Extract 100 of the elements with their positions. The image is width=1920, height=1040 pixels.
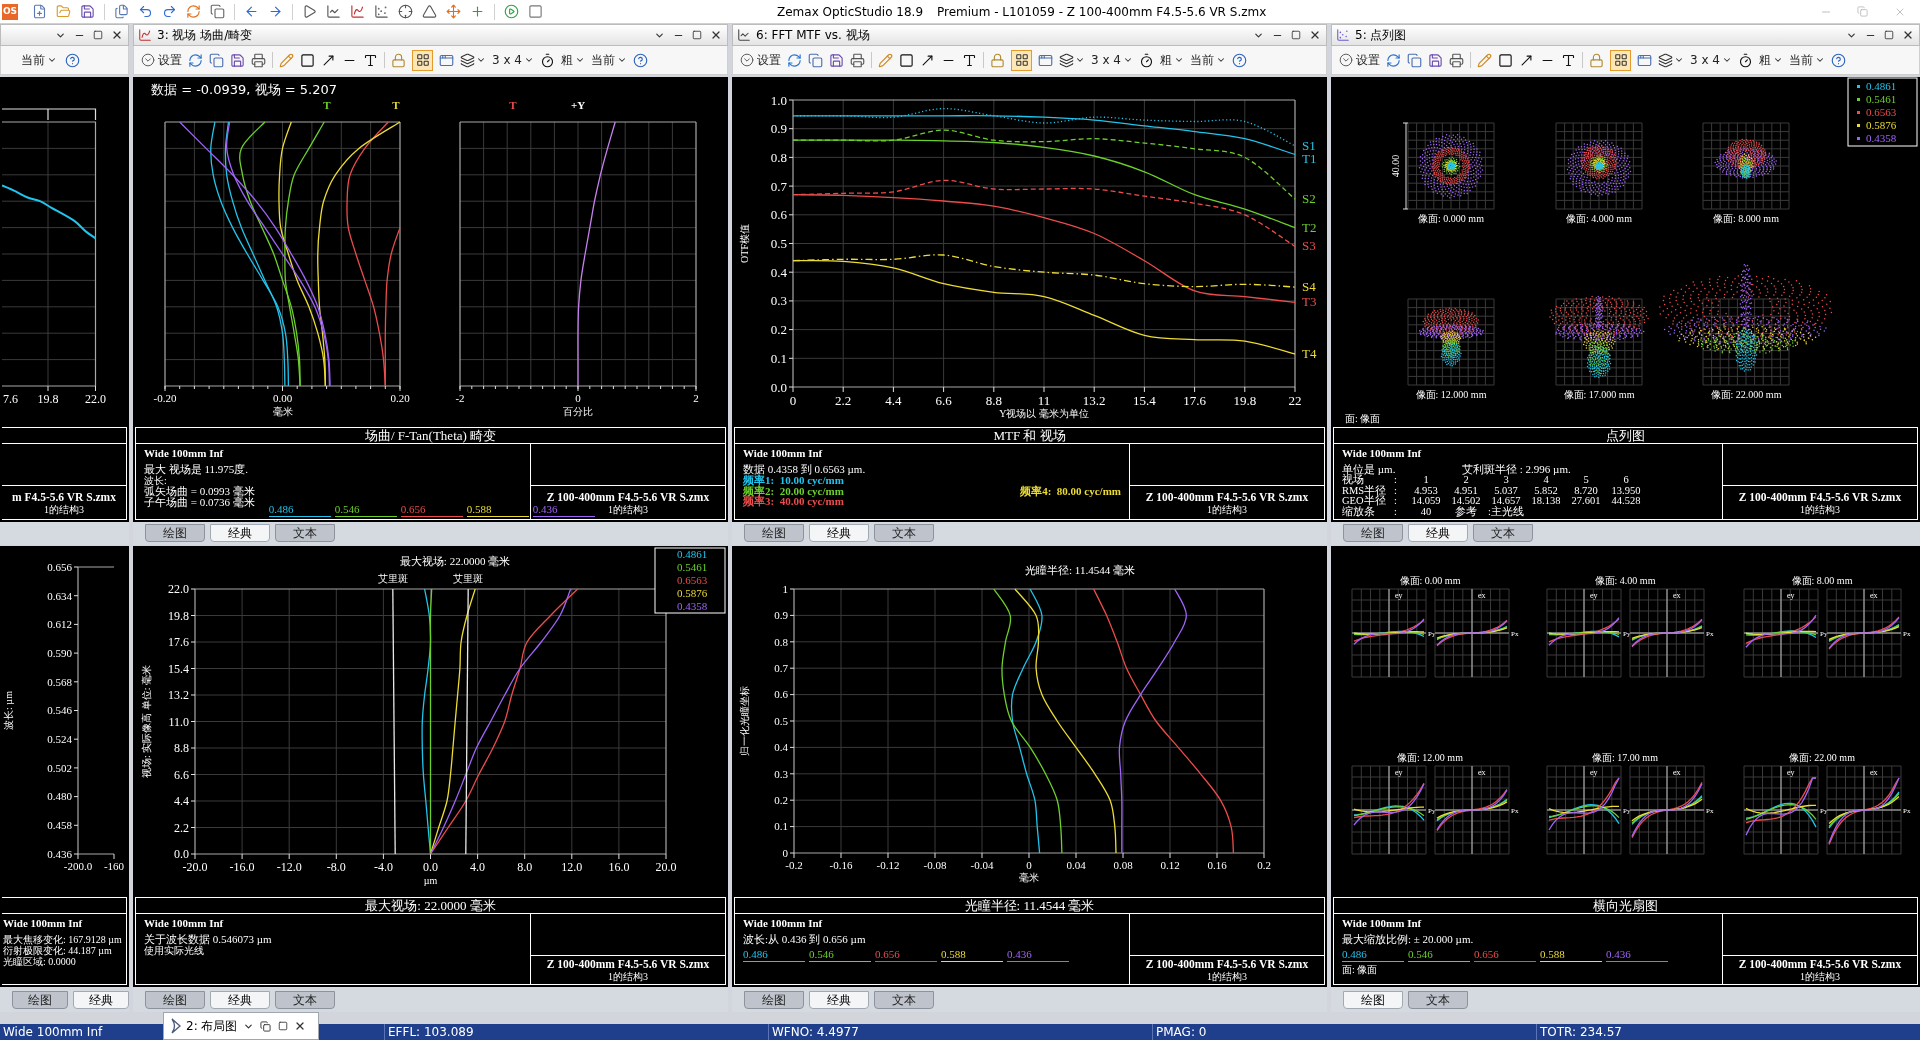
axis-title: 视场: 实际像高 单位: 毫米	[141, 664, 152, 779]
spot-label: 像面: 12.000 mm	[1415, 389, 1487, 400]
chart-title: 光瞳半径: 11.4544 毫米	[1025, 564, 1135, 576]
info-text: 光瞳区域: 0.0000	[3, 956, 76, 967]
axis-title: µm	[423, 875, 438, 886]
table-cell-text: 5.852	[1533, 485, 1559, 496]
tick-label: 0.1	[770, 350, 787, 366]
wavelength-label: 0.486	[1342, 948, 1404, 962]
legend-label: 0.4358	[1866, 132, 1897, 144]
file-title: Premium - L101059 - Z 100-400mm F4.5-5.6 VR S.zmx	[937, 3, 1267, 21]
tab-title: 2: 布局图	[186, 1018, 238, 1035]
tick-label: 0.9	[774, 609, 788, 622]
tick-label: 4.0	[470, 860, 486, 874]
file-name: Z 100-400mm F4.5-5.6 VR S.zmx	[546, 490, 710, 504]
wavelength-label: 0.546	[809, 948, 871, 962]
tick-label: 11	[1037, 393, 1051, 408]
wavelength-label: 0.436	[1007, 948, 1069, 962]
legend-label: 0.4861	[1866, 80, 1897, 92]
tick-label: -16.0	[229, 860, 255, 874]
tick-label: 19.8	[168, 608, 189, 623]
config-name: Wide 100mm Inf	[144, 447, 224, 459]
fan-label: 像面: 12.00 mm	[1397, 752, 1463, 763]
axis-label: ex	[1673, 591, 1681, 600]
fan-label: 像面: 8.00 mm	[1791, 575, 1853, 586]
wavelength-label: 0.436	[532, 503, 595, 517]
file-name: Z 100-400mm F4.5-5.6 VR S.zmx	[1738, 490, 1902, 504]
tick-label: -0.20	[153, 392, 177, 404]
spot-label: 像面: 17.000 mm	[1563, 389, 1635, 400]
info-text: 衍射极限变化: 44.187 µm	[3, 945, 112, 956]
tick-label: 16.0	[608, 860, 630, 874]
series-label: S3	[1302, 238, 1316, 254]
table-cell-text: 4.951	[1453, 485, 1479, 496]
tick-label: 0.4	[770, 264, 787, 280]
status-text: WFNO: 4.4977	[772, 1025, 859, 1039]
info-text: 最大 视场是 11.975度.	[144, 464, 249, 475]
curve-tag: T	[323, 99, 331, 111]
chart-caption: 点列图	[1606, 428, 1645, 443]
wavelength-label: 0.656	[400, 503, 463, 517]
tick-label: 0.2	[770, 322, 787, 338]
axis-label: ex	[1673, 768, 1681, 777]
status-text: EFFL: 103.089	[388, 1025, 474, 1039]
tick-label: 0.634	[47, 589, 72, 602]
tick-label: 12.0	[561, 860, 583, 874]
axis-label: ey	[1395, 768, 1403, 777]
info-note: 波长:	[144, 475, 167, 486]
spot-label: 像面: 0.000 mm	[1418, 213, 1484, 224]
chart-caption: MTF 和 视场	[993, 428, 1066, 443]
table-cell-text: 1	[1422, 475, 1430, 486]
tick-label: 6.6	[174, 767, 189, 782]
wavelength-label: 0.588	[466, 503, 529, 517]
wavelength-label: 0.486	[743, 948, 805, 962]
axis-title: 毫米	[272, 406, 293, 417]
config-label: 1的结构3	[608, 971, 648, 982]
axis-label: ey	[1395, 591, 1403, 600]
tick-label: 0.546	[47, 704, 72, 717]
curve-tag: +Y	[570, 99, 586, 111]
config-label: 1的结构3	[1207, 503, 1247, 515]
chart-caption: 最大视场: 22.0000 毫米	[365, 898, 496, 913]
axis-title: 百分比	[563, 406, 593, 417]
table-cell-text: 5.037	[1493, 485, 1519, 496]
tick-label: -8.0	[326, 860, 346, 874]
spot-label: 像面: 22.000 mm	[1710, 389, 1782, 400]
tick-label: 0.2	[1257, 859, 1271, 871]
axis-label: ex	[1478, 591, 1486, 600]
tick-label: 0.08	[1113, 859, 1133, 871]
info-text: 子午场曲 = 0.0736 毫米	[144, 497, 255, 508]
tick-label: -200.0	[63, 860, 93, 872]
tick-label: -2	[455, 392, 465, 404]
wavelength-label: 0.546	[1408, 948, 1470, 962]
legend-label: 0.6563	[1866, 106, 1897, 118]
tick-label: 1	[782, 582, 788, 595]
tick-label: 0.20	[390, 392, 410, 404]
axis-label: ex	[1870, 768, 1878, 777]
axis-label: ey	[1787, 768, 1795, 777]
tick-label: 0.524	[47, 733, 72, 746]
tick-label: 0.04	[1066, 859, 1086, 871]
tick-label: 0.6	[770, 207, 787, 223]
fan-label: 像面: 22.00 mm	[1789, 752, 1855, 763]
tick-label: 0.3	[770, 293, 787, 309]
tick-label: 0.480	[47, 790, 72, 803]
tick-label: 0.8	[770, 149, 787, 165]
config-label: 1的结构3	[1800, 971, 1840, 982]
series-label: S2	[1302, 191, 1316, 206]
tick-label: 19.8	[1233, 393, 1257, 408]
table-cell-text: 14.502	[1450, 496, 1482, 506]
file-name: Z 100-400mm F4.5-5.6 VR S.zmx	[1145, 490, 1309, 504]
tick-label: 0.7	[770, 178, 787, 194]
file-name: Z 100-400mm F4.5-5.6 VR S.zmx	[1145, 958, 1309, 971]
annotation-label: 艾里斑	[453, 573, 484, 584]
table-cell-text: 3	[1503, 475, 1509, 486]
tick-label: 0.458	[47, 819, 72, 832]
tick-label: 0.0	[770, 379, 787, 395]
tick-label: -12.0	[276, 860, 302, 874]
config-label: 1的结构3	[608, 503, 648, 515]
tick-label: 8.0	[517, 860, 533, 874]
table-cell-text: :	[1394, 485, 1398, 496]
tick-label: 0	[575, 392, 581, 404]
curve-tag: T	[509, 99, 517, 111]
tick-label: 2.2	[174, 820, 189, 835]
series-label: T1	[1302, 150, 1317, 166]
